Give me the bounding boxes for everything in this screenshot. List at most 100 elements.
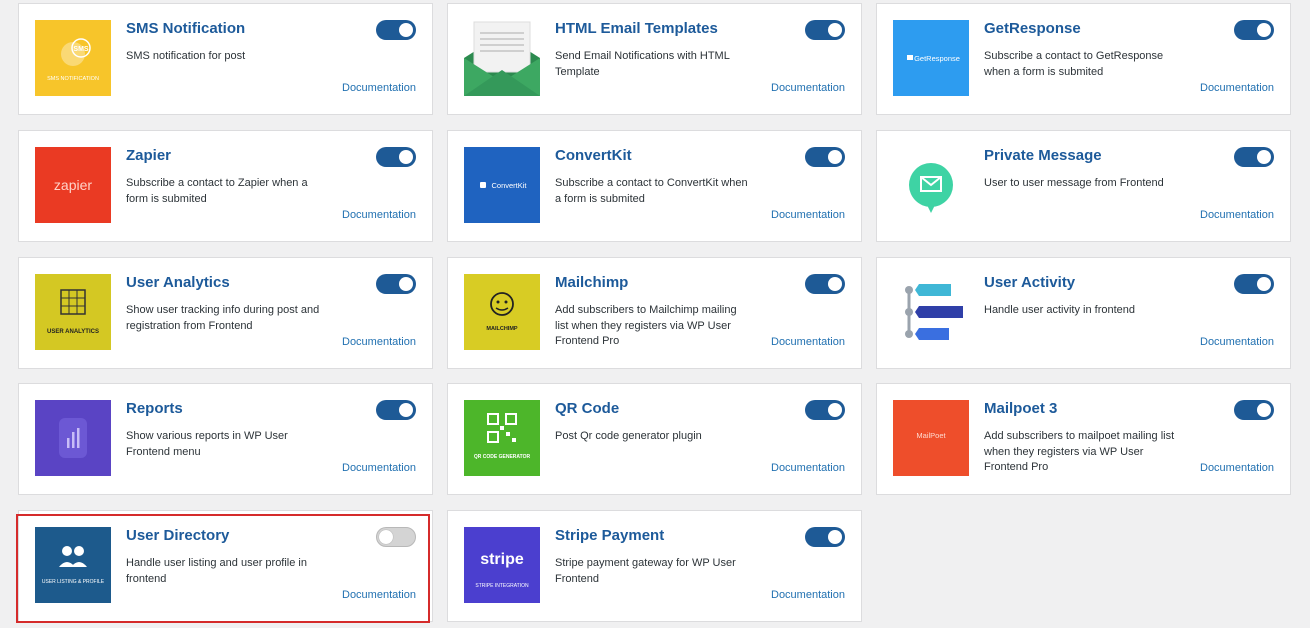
toggle-knob xyxy=(828,277,842,291)
user-directory-icon: USER LISTING & PROFILE xyxy=(35,527,111,603)
module-toggle[interactable] xyxy=(805,147,845,167)
documentation-link[interactable]: Documentation xyxy=(1200,462,1274,474)
toggle-knob xyxy=(1257,23,1271,37)
module-card-mailpoet-3: MailPoet Mailpoet 3 Add subscribers to m… xyxy=(876,383,1291,495)
module-card-reports: Reports Show various reports in WP User … xyxy=(18,383,433,495)
module-card-stripe-payment: stripe STRIPE INTEGRATION Stripe Payment… xyxy=(447,510,862,622)
toggle-knob xyxy=(828,23,842,37)
getresponse-icon: GetResponse xyxy=(893,20,969,96)
module-toggle[interactable] xyxy=(1234,147,1274,167)
toggle-knob xyxy=(399,403,413,417)
thumb-label: ConvertKit xyxy=(491,181,527,190)
module-description: Show user tracking info during post and … xyxy=(126,304,320,332)
module-toggle[interactable] xyxy=(1234,274,1274,294)
documentation-link[interactable]: Documentation xyxy=(771,462,845,474)
documentation-link[interactable]: Documentation xyxy=(342,589,416,601)
thumb-label: QR CODE GENERATOR xyxy=(474,454,531,460)
toggle-knob xyxy=(1257,403,1271,417)
documentation-link[interactable]: Documentation xyxy=(771,336,845,348)
thumb-label: USER ANALYTICS xyxy=(47,329,99,335)
documentation-link[interactable]: Documentation xyxy=(342,462,416,474)
module-title: Private Message xyxy=(984,147,1102,164)
module-toggle[interactable] xyxy=(1234,400,1274,420)
thumb-label: USER LISTING & PROFILE xyxy=(42,579,105,585)
thumb-label: SMS NOTIFICATION xyxy=(47,76,99,82)
module-description: Stripe payment gateway for WP User Front… xyxy=(555,557,736,585)
documentation-link[interactable]: Documentation xyxy=(771,209,845,221)
thumb-label: zapier xyxy=(54,177,92,193)
module-title: Reports xyxy=(126,400,183,417)
module-card-html-email-templates: HTML Email Templates Send Email Notifica… xyxy=(447,3,862,115)
module-card-user-analytics: USER ANALYTICS User Analytics Show user … xyxy=(18,257,433,369)
module-title: GetResponse xyxy=(984,20,1081,37)
module-toggle[interactable] xyxy=(376,147,416,167)
mailchimp-icon: MAILCHIMP xyxy=(464,274,540,350)
convertkit-icon: ConvertKit xyxy=(464,147,540,223)
module-description: Subscribe a contact to GetResponse when … xyxy=(984,50,1164,78)
documentation-link[interactable]: Documentation xyxy=(342,336,416,348)
toggle-knob xyxy=(399,150,413,164)
module-description: Handle user listing and user profile in … xyxy=(126,557,307,585)
module-toggle[interactable] xyxy=(1234,20,1274,40)
sms-notification-icon: SMS SMS NOTIFICATION xyxy=(35,20,111,96)
module-description: SMS notification for post xyxy=(126,50,246,62)
documentation-link[interactable]: Documentation xyxy=(342,82,416,94)
user-activity-icon xyxy=(893,274,969,350)
module-title: QR Code xyxy=(555,400,620,417)
module-description: Subscribe a contact to Zapier when a for… xyxy=(126,177,308,205)
module-card-qr-code: QR CODE GENERATOR QR Code Post Qr code g… xyxy=(447,383,862,495)
documentation-link[interactable]: Documentation xyxy=(342,209,416,221)
toggle-knob xyxy=(379,530,393,544)
toggle-knob xyxy=(828,150,842,164)
module-toggle[interactable] xyxy=(376,400,416,420)
module-toggle[interactable] xyxy=(805,400,845,420)
module-title: Stripe Payment xyxy=(555,527,665,544)
module-description: Show various reports in WP User Frontend… xyxy=(126,430,288,458)
module-card-private-message: Private Message User to user message fro… xyxy=(876,130,1291,242)
module-title: ConvertKit xyxy=(555,147,632,164)
toggle-knob xyxy=(828,530,842,544)
module-toggle[interactable] xyxy=(805,527,845,547)
module-description: Add subscribers to mailpoet mailing list… xyxy=(984,430,1175,473)
module-description: User to user message from Frontend xyxy=(984,177,1164,189)
thumb-label: STRIPE INTEGRATION xyxy=(475,583,529,589)
module-title: Mailpoet 3 xyxy=(984,400,1058,417)
module-description: Send Email Notifications with HTML Templ… xyxy=(555,50,730,78)
toggle-knob xyxy=(1257,277,1271,291)
module-toggle[interactable] xyxy=(376,20,416,40)
user-analytics-icon: USER ANALYTICS xyxy=(35,274,111,350)
documentation-link[interactable]: Documentation xyxy=(1200,336,1274,348)
module-card-convertkit: ConvertKit ConvertKit Subscribe a contac… xyxy=(447,130,862,242)
documentation-link[interactable]: Documentation xyxy=(771,589,845,601)
mailpoet-icon: MailPoet xyxy=(893,400,969,476)
module-toggle[interactable] xyxy=(376,274,416,294)
stripe-badge-text: stripe xyxy=(480,551,524,568)
thumb-label: GetResponse xyxy=(914,54,960,63)
module-card-user-activity: User Activity Handle user activity in fr… xyxy=(876,257,1291,369)
module-toggle[interactable] xyxy=(805,20,845,40)
reports-icon xyxy=(35,400,111,476)
module-toggle[interactable] xyxy=(376,527,416,547)
module-description: Subscribe a contact to ConvertKit when a… xyxy=(555,177,748,205)
module-title: User Directory xyxy=(126,527,230,544)
documentation-link[interactable]: Documentation xyxy=(771,82,845,94)
module-card-sms-notification: SMS SMS NOTIFICATION SMS Notification SM… xyxy=(18,3,433,115)
module-toggle[interactable] xyxy=(805,274,845,294)
module-title: SMS Notification xyxy=(126,20,246,37)
chat-bubble-icon xyxy=(893,147,969,223)
module-card-mailchimp: MAILCHIMP Mailchimp Add subscribers to M… xyxy=(447,257,862,369)
stripe-icon: stripe STRIPE INTEGRATION xyxy=(464,527,540,603)
sms-badge-text: SMS xyxy=(73,46,89,53)
module-description: Handle user activity in frontend xyxy=(984,304,1136,316)
toggle-knob xyxy=(399,23,413,37)
envelope-icon xyxy=(464,20,540,96)
thumb-label: MAILCHIMP xyxy=(486,326,517,332)
module-title: HTML Email Templates xyxy=(555,20,718,37)
module-description: Add subscribers to Mailchimp mailing lis… xyxy=(555,304,737,347)
documentation-link[interactable]: Documentation xyxy=(1200,209,1274,221)
toggle-knob xyxy=(828,403,842,417)
module-title: Zapier xyxy=(126,147,172,164)
qr-code-icon: QR CODE GENERATOR xyxy=(464,400,540,476)
documentation-link[interactable]: Documentation xyxy=(1200,82,1274,94)
module-title: User Activity xyxy=(984,274,1076,291)
